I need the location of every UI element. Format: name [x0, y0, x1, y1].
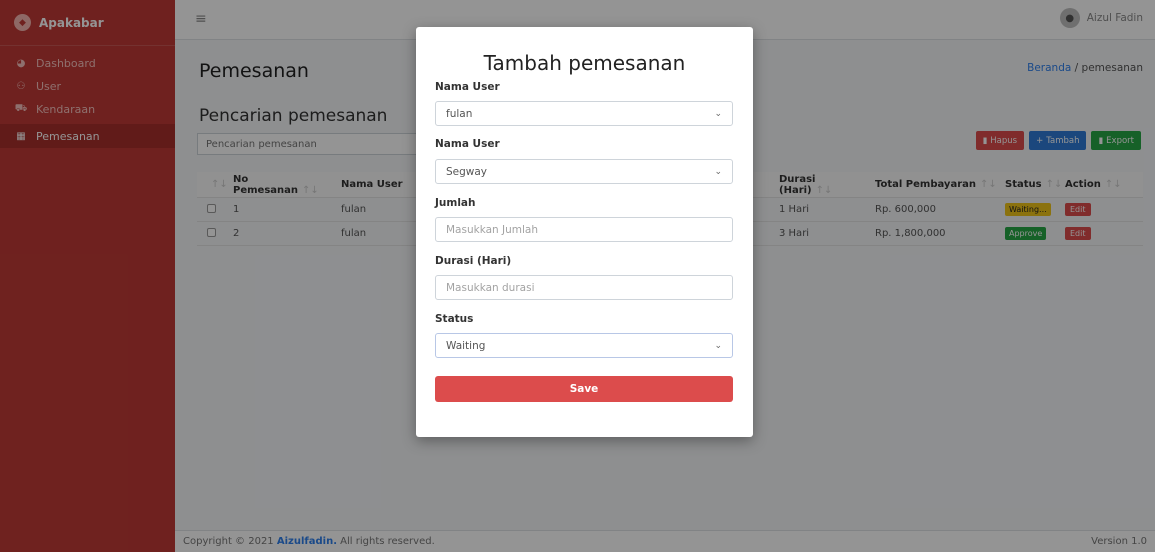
jumlah-label: Jumlah: [435, 197, 476, 209]
vehicle-select[interactable]: Segway ⌄: [435, 159, 733, 184]
user-select[interactable]: fulan ⌄: [435, 101, 733, 126]
add-order-modal: Tambah pemesanan Nama User fulan ⌄ Nama …: [416, 27, 753, 437]
durasi-placeholder: Masukkan durasi: [446, 281, 535, 294]
save-button[interactable]: Save: [435, 376, 733, 402]
durasi-label: Durasi (Hari): [435, 255, 512, 267]
jumlah-placeholder: Masukkan Jumlah: [446, 223, 539, 236]
user-select-value: fulan: [446, 107, 473, 120]
vehicle-select-value: Segway: [446, 165, 488, 178]
chevron-down-icon: ⌄: [714, 166, 722, 177]
durasi-input[interactable]: Masukkan durasi: [435, 275, 733, 300]
user-select-label: Nama User: [435, 81, 500, 93]
save-button-label: Save: [569, 383, 599, 395]
chevron-down-icon: ⌄: [714, 108, 722, 119]
chevron-down-icon: ⌄: [714, 340, 722, 351]
vehicle-select-label: Nama User: [435, 138, 500, 150]
status-select[interactable]: Waiting ⌄: [435, 333, 733, 358]
jumlah-input[interactable]: Masukkan Jumlah: [435, 217, 733, 242]
modal-title: Tambah pemesanan: [483, 51, 686, 75]
status-select-label: Status: [435, 313, 474, 325]
status-select-value: Waiting: [446, 339, 486, 352]
